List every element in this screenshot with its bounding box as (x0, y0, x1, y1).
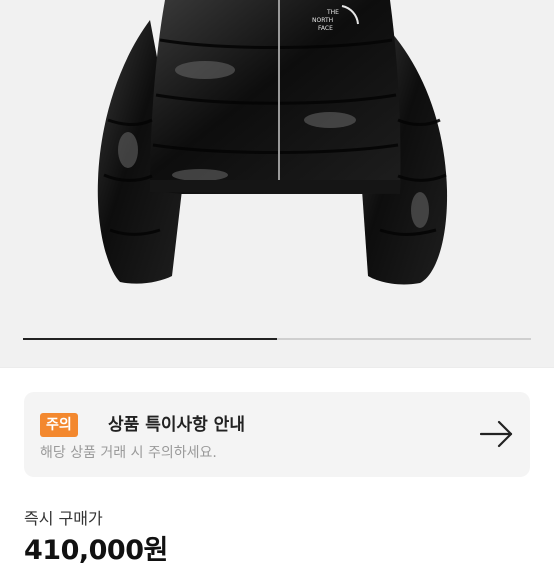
product-notice-card[interactable]: 주의 상품 특이사항 안내 해당 상품 거래 시 주의하세요. (24, 392, 530, 477)
section-divider (0, 367, 554, 368)
product-image[interactable]: THE NORTH FACE (0, 0, 554, 367)
puffer-jacket-image: THE NORTH FACE (97, 0, 448, 285)
price-label: 즉시 구매가 (24, 509, 103, 528)
image-carousel-progress (23, 338, 531, 340)
price-value: 410,000원 (24, 535, 168, 566)
svg-text:NORTH: NORTH (312, 17, 333, 24)
arrow-right-icon[interactable] (480, 419, 514, 449)
svg-text:THE: THE (326, 9, 339, 16)
caution-badge: 주의 (40, 413, 78, 437)
notice-description: 해당 상품 거래 시 주의하세요. (40, 445, 217, 461)
svg-text:FACE: FACE (318, 25, 333, 32)
notice-title: 상품 특이사항 안내 (108, 415, 245, 435)
image-carousel-progress-fill (23, 338, 277, 340)
